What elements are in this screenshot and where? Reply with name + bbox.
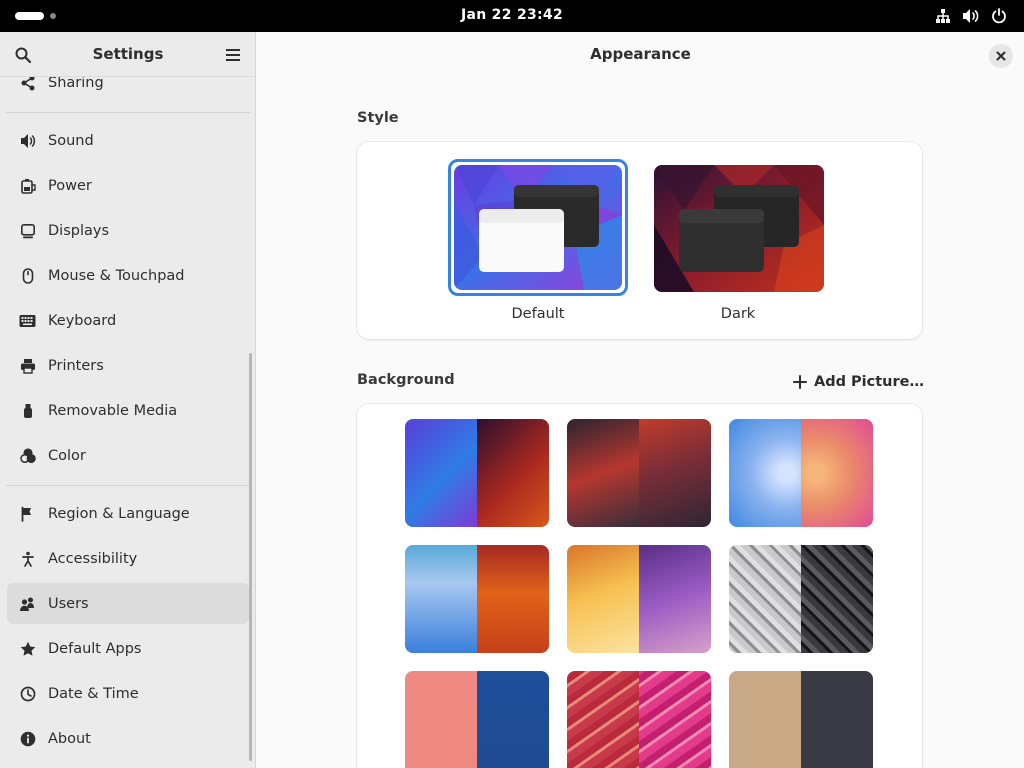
sidebar-separator [6,112,250,113]
sidebar-item-label: Color [48,447,86,464]
usb-drive-icon [19,402,36,419]
style-option-label: Dark [720,306,756,322]
search-icon [15,47,31,63]
top-bar: Jan 22 23:42 [0,0,1024,32]
sidebar-item-date-time[interactable]: Date & Time [7,673,249,714]
sidebar-item-label: Keyboard [48,312,117,329]
info-icon [19,730,36,747]
power-icon[interactable] [990,7,1008,25]
network-wired-icon[interactable] [934,7,952,25]
battery-icon [19,177,36,194]
dark-style-preview [654,165,824,292]
panel-title: Appearance [590,45,691,63]
plus-icon [793,375,807,389]
close-icon [996,51,1006,61]
sidebar-item-keyboard[interactable]: Keyboard [7,300,249,341]
background-thumbnail[interactable] [405,671,549,768]
add-picture-label: Add Picture… [814,374,924,390]
sidebar-item-sound[interactable]: Sound [7,120,249,161]
background-thumbnail[interactable] [567,545,711,653]
sidebar-separator [6,485,250,486]
sidebar-item-label: Removable Media [48,402,178,419]
activities-indicator[interactable] [15,12,56,20]
clock-container: Jan 22 23:42 [0,7,1024,23]
clock[interactable]: Jan 22 23:42 [461,7,563,23]
flag-icon [19,505,36,522]
background-thumbnail[interactable] [567,671,711,768]
speaker-icon [19,132,36,149]
users-icon [19,595,36,612]
sidebar-item-region-language[interactable]: Region & Language [7,493,249,534]
sidebar-item-removable-media[interactable]: Removable Media [7,390,249,431]
style-heading: Style [357,110,399,126]
search-button[interactable] [9,42,37,68]
sidebar-scrollbar[interactable] [249,353,252,761]
main-menu-button[interactable] [219,42,247,68]
style-option-label: Default [511,306,565,322]
sidebar-item-label: About [48,730,91,747]
background-card [357,404,922,768]
sidebar-item-mouse-touchpad[interactable]: Mouse & Touchpad [7,255,249,296]
close-button[interactable] [989,44,1013,68]
sidebar-item-label: Users [48,595,89,612]
sidebar-title: Settings [92,45,164,63]
style-card: Default Dark [357,142,922,339]
sidebar-header: Settings [0,32,255,77]
sidebar-item-label: Power [48,177,92,194]
sidebar-item-printers[interactable]: Printers [7,345,249,386]
sidebar-item-label: Accessibility [48,550,138,567]
keyboard-icon [19,312,36,329]
clock-icon [19,685,36,702]
style-option-default[interactable]: Default [448,159,628,329]
background-heading: Background [357,372,455,388]
display-icon [19,222,36,239]
background-thumbnail[interactable] [567,419,711,527]
workspace-active-pill [15,12,44,20]
panel-title-container: Appearance [257,45,1024,63]
workspace-dot [50,13,56,19]
sidebar: Settings Sharing Sound Power Displays Mo… [0,32,256,768]
background-thumbnail[interactable] [405,545,549,653]
accessibility-icon [19,550,36,567]
sidebar-item-label: Region & Language [48,505,190,522]
mouse-icon [19,267,36,284]
selection-frame [448,159,628,296]
sidebar-item-displays[interactable]: Displays [7,210,249,251]
sidebar-item-default-apps[interactable]: Default Apps [7,628,249,669]
sidebar-item-label: Displays [48,222,110,239]
sidebar-item-power[interactable]: Power [7,165,249,206]
background-thumbnail[interactable] [729,671,873,768]
sidebar-item-label: Mouse & Touchpad [48,267,185,284]
sidebar-item-accessibility[interactable]: Accessibility [7,538,249,579]
panel-header: Appearance [257,32,1024,77]
add-picture-button[interactable]: Add Picture… [793,369,924,395]
system-tray[interactable] [934,7,1008,25]
sidebar-item-label: Sound [48,132,94,149]
style-option-dark[interactable]: Dark [648,159,828,329]
sidebar-item-about[interactable]: About [7,718,249,759]
background-thumbnail[interactable] [405,419,549,527]
volume-icon[interactable] [962,7,980,25]
sidebar-item-label: Printers [48,357,104,374]
sidebar-item-label: Default Apps [48,640,142,657]
appearance-panel: Appearance Style Default Dark Background… [257,32,1024,768]
sidebar-item-label: Date & Time [48,685,139,702]
sidebar-item-color[interactable]: Color [7,435,249,476]
background-thumbnail[interactable] [729,545,873,653]
sidebar-item-users[interactable]: Users [7,583,249,624]
hamburger-menu-icon [226,49,240,61]
color-icon [19,447,36,464]
background-thumbnail[interactable] [729,419,873,527]
printer-icon [19,357,36,374]
star-icon [19,640,36,657]
sidebar-title-container: Settings [0,45,255,63]
